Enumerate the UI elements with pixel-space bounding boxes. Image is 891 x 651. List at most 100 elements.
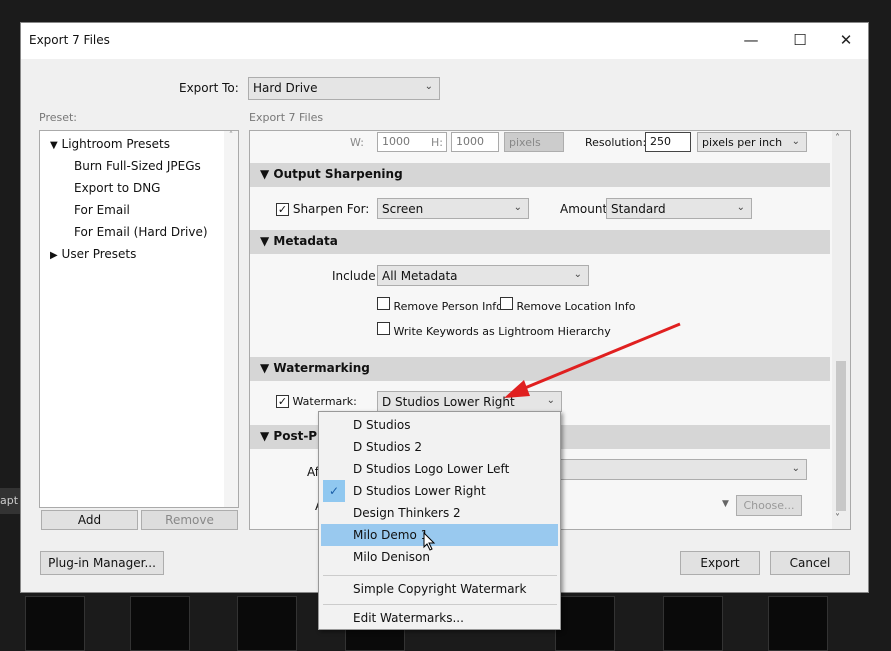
checkmark-icon: ✓ [323, 480, 345, 502]
menu-item[interactable]: D Studios Logo Lower Left [321, 458, 558, 480]
checkbox-box [377, 297, 390, 310]
preset-label: User Presets [61, 247, 137, 261]
menu-item-label: Milo Demo 1 [353, 528, 429, 542]
watermark-label: Watermark: [292, 395, 357, 408]
background-app-text: apt [0, 488, 20, 514]
preset-item[interactable]: For Email (Hard Drive) [74, 225, 208, 239]
amount-value: Standard [611, 202, 666, 216]
resolution-label: Resolution: [585, 136, 647, 149]
export-to-value: Hard Drive [253, 81, 318, 95]
menu-item[interactable]: Design Thinkers 2 [321, 502, 558, 524]
maximize-button[interactable]: ☐ [785, 29, 815, 51]
remove-location-checkbox[interactable]: Remove Location Info [500, 297, 635, 313]
remove-location-label: Remove Location Info [516, 300, 636, 313]
checkbox-box [377, 322, 390, 335]
scrollbar-thumb[interactable] [836, 361, 846, 511]
sharpen-checkbox[interactable]: ✓ Sharpen For: [276, 202, 369, 216]
menu-item-edit-watermarks[interactable]: Edit Watermarks... [321, 607, 558, 629]
sharpen-value: Screen [382, 202, 424, 216]
menu-item-label: Milo Denison [353, 550, 430, 564]
filmstrip-thumbnail[interactable] [25, 596, 85, 651]
chevron-down-icon: ⌄ [573, 269, 582, 280]
annotation-arrow [504, 322, 681, 398]
resolution-unit-value: pixels per inch [702, 136, 783, 149]
scroll-up-icon[interactable]: ˄ [835, 133, 840, 144]
amount-select[interactable]: Standard ⌄ [606, 198, 752, 219]
menu-item-label: D Studios Logo Lower Left [353, 462, 510, 476]
preset-item[interactable]: Burn Full-Sized JPEGs [74, 159, 201, 173]
preset-scrollbar[interactable]: ˄ [224, 131, 238, 507]
size-unit-select[interactable]: pixels [504, 132, 564, 152]
mouse-cursor-icon [423, 532, 436, 551]
filmstrip-thumbnail[interactable] [237, 596, 297, 651]
menu-item[interactable]: D Studios 2 [321, 436, 558, 458]
include-value: All Metadata [382, 269, 458, 283]
add-preset-button[interactable]: Add [41, 510, 138, 530]
arrow-shaft [519, 322, 681, 392]
preset-label: Lightroom Presets [61, 137, 171, 151]
plugin-manager-button[interactable]: Plug-in Manager... [40, 551, 164, 575]
remove-person-checkbox[interactable]: Remove Person Info [377, 297, 503, 313]
menu-item[interactable]: ✓ D Studios Lower Right [321, 480, 558, 502]
section-title: Metadata [273, 234, 338, 248]
chevron-down-icon: ⌄ [513, 202, 522, 213]
sharpen-label: Sharpen For: [292, 202, 370, 216]
preset-item[interactable]: ▼ Lightroom Presets [50, 137, 170, 151]
checkbox-box [500, 297, 513, 310]
menu-item[interactable]: Milo Demo 1 [321, 524, 558, 546]
checkmark-icon: ✓ [276, 203, 289, 216]
scroll-down-icon[interactable]: ˅ [835, 513, 840, 524]
preset-item[interactable]: ▶ User Presets [50, 247, 136, 261]
sharpen-for-select[interactable]: Screen ⌄ [377, 198, 529, 219]
arrow-head [504, 380, 530, 398]
menu-divider [323, 604, 557, 605]
filmstrip-thumbnail[interactable] [555, 596, 615, 651]
filmstrip-thumbnail[interactable] [130, 596, 190, 651]
metadata-header[interactable]: ▼ Metadata [250, 230, 830, 254]
preset-label: Preset: [39, 111, 78, 124]
amount-label: Amount: [560, 202, 612, 216]
remove-preset-button[interactable]: Remove [141, 510, 238, 530]
preset-item[interactable]: Export to DNG [74, 181, 160, 195]
preset-label: For Email [74, 203, 130, 217]
export-to-select[interactable]: Hard Drive ⌄ [248, 77, 440, 100]
include-select[interactable]: All Metadata ⌄ [377, 265, 589, 286]
menu-item-simple-copyright[interactable]: Simple Copyright Watermark [321, 578, 558, 600]
minimize-button[interactable]: — [736, 29, 766, 51]
menu-item[interactable]: D Studios [321, 414, 558, 436]
resolution-input[interactable]: 250 [645, 132, 691, 152]
preset-label: Export to DNG [74, 181, 161, 195]
filmstrip-thumbnail[interactable] [663, 596, 723, 651]
menu-item-label: D Studios [353, 418, 411, 432]
size-unit-value: pixels [509, 136, 541, 149]
panel-scrollbar[interactable]: ˄ ˅ [832, 131, 850, 529]
resolution-unit-select[interactable]: pixels per inch ⌄ [697, 132, 807, 152]
cancel-button[interactable]: Cancel [770, 551, 850, 575]
output-sharpening-header[interactable]: ▼ Output Sharpening [250, 163, 830, 187]
watermark-checkbox[interactable]: ✓ Watermark: [276, 395, 357, 408]
menu-item-label: D Studios 2 [353, 440, 422, 454]
height-input[interactable]: 1000 [451, 132, 499, 152]
after-export-select[interactable]: ⌄ [550, 459, 807, 480]
choose-button[interactable]: Choose... [736, 495, 802, 516]
preset-label: Burn Full-Sized JPEGs [74, 159, 201, 173]
title-bar: Export 7 Files — ☐ ✕ [21, 23, 868, 59]
triangle-down-icon[interactable]: ▼ [50, 140, 58, 151]
width-label: W: [350, 136, 364, 149]
preset-item[interactable]: For Email [74, 203, 130, 217]
menu-item-label: D Studios Lower Right [353, 484, 486, 498]
chevron-down-icon: ⌄ [736, 202, 745, 213]
section-title: Output Sharpening [273, 167, 403, 181]
caret-down-icon[interactable]: ▼ [722, 499, 729, 509]
watermark-dropdown-menu: D Studios D Studios 2 D Studios Logo Lower… [318, 411, 561, 630]
export-button[interactable]: Export [680, 551, 760, 575]
close-button[interactable]: ✕ [831, 29, 861, 51]
menu-item-label: Design Thinkers 2 [353, 506, 461, 520]
section-title: Watermarking [273, 361, 370, 375]
triangle-right-icon[interactable]: ▶ [50, 250, 58, 261]
include-label: Include: [332, 269, 380, 283]
panel-label: Export 7 Files [249, 111, 324, 124]
filmstrip-thumbnail[interactable] [768, 596, 828, 651]
menu-item[interactable]: Milo Denison [321, 546, 558, 568]
height-label: H: [431, 136, 443, 149]
